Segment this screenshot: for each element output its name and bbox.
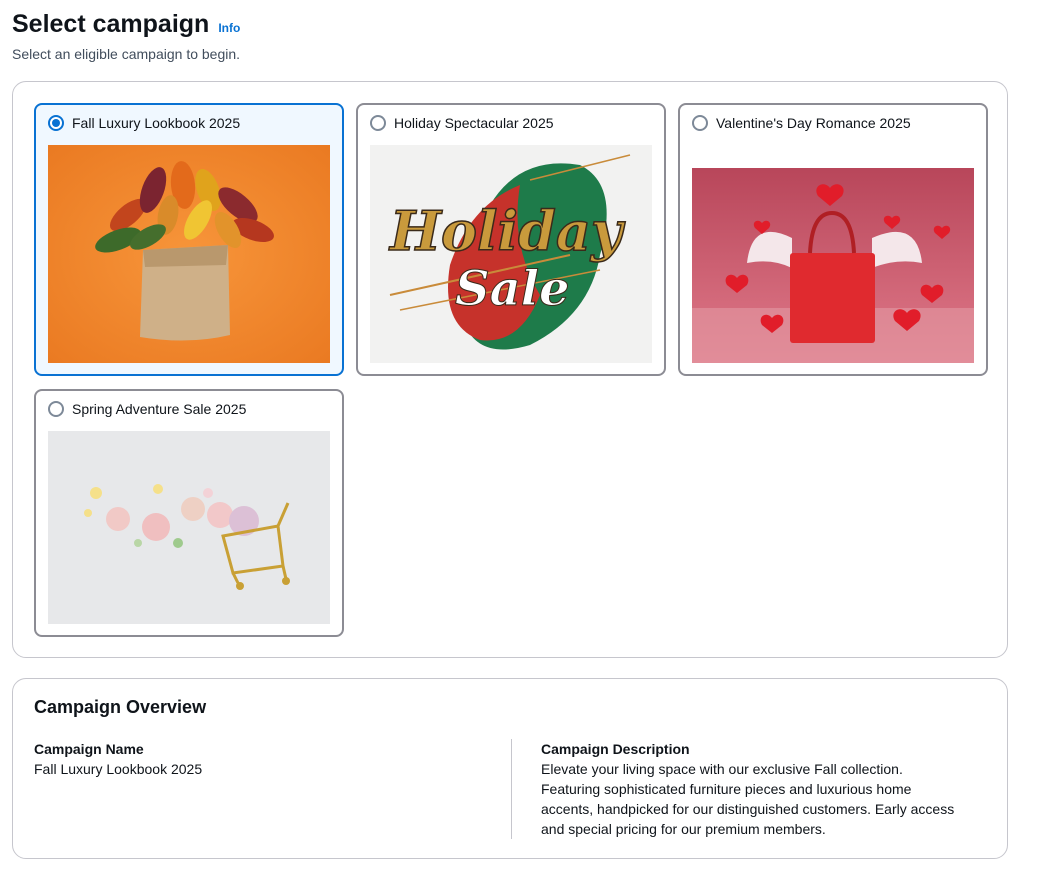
campaign-cards-container: Fall Luxury Lookbook 2025 Holiday Specta…: [12, 81, 1008, 658]
campaign-card-header: Valentine's Day Romance 2025: [680, 105, 986, 141]
fall-leaves-bag-image: [48, 145, 330, 363]
spring-flowers-cart-image: [48, 431, 330, 624]
campaign-description-value: Elevate your living space with our exclu…: [541, 761, 955, 837]
campaign-name-value: Fall Luxury Lookbook 2025: [34, 761, 203, 777]
campaign-card-header: Holiday Spectacular 2025: [358, 105, 664, 141]
campaign-card-header: Fall Luxury Lookbook 2025: [36, 105, 342, 141]
radio-button[interactable]: [692, 115, 708, 131]
svg-text:Sale: Sale: [455, 261, 570, 317]
svg-text:Holiday: Holiday: [388, 199, 626, 263]
campaign-card-fall[interactable]: Fall Luxury Lookbook 2025: [34, 103, 344, 376]
campaign-card-header: Spring Adventure Sale 2025: [36, 391, 342, 427]
page-header: Select campaign Info: [12, 10, 240, 39]
campaign-card-valentine[interactable]: Valentine's Day Romance 2025: [678, 103, 988, 376]
valentine-bag-image: [692, 168, 974, 363]
campaign-card-holiday[interactable]: Holiday Spectacular 2025 Holiday Sale: [356, 103, 666, 376]
info-link[interactable]: Info: [218, 21, 240, 35]
page-title: Select campaign: [12, 10, 210, 38]
holiday-sale-image: Holiday Sale: [370, 145, 652, 363]
radio-button[interactable]: [48, 115, 64, 131]
campaign-overview-panel: Campaign Overview Campaign Name Fall Lux…: [12, 678, 1008, 859]
campaign-description-section: Campaign Description Elevate your living…: [541, 739, 961, 839]
overview-title: Campaign Overview: [34, 697, 207, 717]
campaign-card-label: Holiday Spectacular 2025: [394, 115, 554, 131]
radio-button[interactable]: [48, 401, 64, 417]
campaign-card-spring[interactable]: Spring Adventure Sale 2025: [34, 389, 344, 637]
campaign-card-label: Fall Luxury Lookbook 2025: [72, 115, 241, 131]
overview-divider: [511, 739, 512, 839]
radio-button[interactable]: [370, 115, 386, 131]
campaign-card-label: Valentine's Day Romance 2025: [716, 115, 911, 131]
campaign-name-label: Campaign Name: [34, 741, 144, 757]
campaign-card-label: Spring Adventure Sale 2025: [72, 401, 247, 417]
campaign-description-label: Campaign Description: [541, 741, 690, 757]
page-subtitle: Select an eligible campaign to begin.: [12, 46, 241, 62]
campaign-name-section: Campaign Name Fall Luxury Lookbook 2025: [34, 739, 494, 779]
